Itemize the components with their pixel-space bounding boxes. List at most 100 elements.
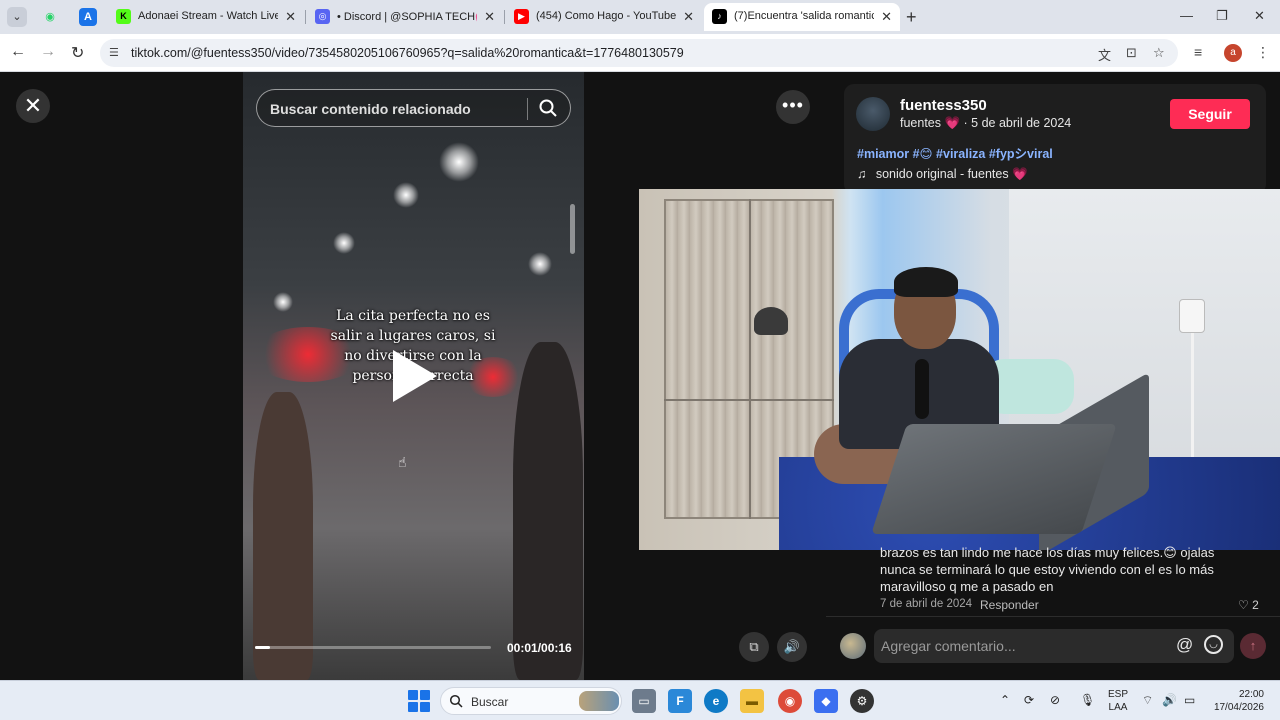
file-explorer-icon[interactable]: ▬: [740, 689, 764, 713]
mention-icon[interactable]: @: [1176, 635, 1193, 655]
tab-youtube[interactable]: ▶ (454) Como Hago - YouTube ✕: [506, 3, 702, 31]
wifi-icon[interactable]: ⌔: [1142, 693, 1153, 708]
follow-button[interactable]: Seguir: [1170, 99, 1250, 129]
tab-title: (454) Como Hago - YouTube: [536, 10, 676, 22]
video-player[interactable]: Buscar contenido relacionado La cita per…: [243, 72, 584, 680]
emoji-icon[interactable]: ◡: [1204, 635, 1223, 654]
post-hashtags[interactable]: #miamor #😊 #viraliza #fypシviral: [857, 143, 1053, 162]
comment-like[interactable]: ♡ 2: [1238, 598, 1259, 612]
author-nickname-line: fuentes 💗 · 5 de abril de 2024: [900, 116, 1071, 131]
close-tab-icon[interactable]: ✕: [683, 9, 694, 25]
street-light: [528, 252, 552, 276]
install-app-icon[interactable]: ⊡: [1126, 45, 1137, 61]
close-tab-icon[interactable]: ✕: [881, 9, 892, 25]
search-divider: [527, 98, 528, 120]
wardrobe-door-line: [749, 199, 751, 519]
forward-icon[interactable]: →: [40, 43, 56, 61]
start-icon[interactable]: [408, 690, 430, 712]
keyboard-layout: LAA: [1108, 702, 1128, 713]
tab-title: • Discord | @SOPHIA TECH💕🥀: [337, 11, 477, 23]
back-icon[interactable]: ←: [10, 43, 26, 61]
music-title: sonido original - fuentes 💗: [875, 167, 1028, 181]
reload-icon[interactable]: ↻: [71, 43, 84, 63]
task-view-icon[interactable]: ▭: [632, 689, 656, 713]
roblox-icon[interactable]: ◆: [814, 689, 838, 713]
video-time: 00:01/00:16: [507, 641, 572, 655]
laptop: [871, 424, 1117, 534]
wardrobe-drawer-line: [664, 399, 834, 401]
author-username[interactable]: fuentess350: [900, 97, 987, 114]
restore-icon[interactable]: ❐: [1216, 8, 1228, 24]
street-light: [393, 182, 419, 208]
app-icon[interactable]: F: [668, 689, 692, 713]
browser-toolbar: ← → ↻ ☰ tiktok.com/@fuentess350/video/73…: [0, 34, 1280, 72]
discord-icon: ◎: [315, 9, 330, 24]
related-search-bar[interactable]: Buscar contenido relacionado: [256, 89, 571, 127]
author-avatar[interactable]: [856, 97, 890, 131]
close-tab-icon[interactable]: ✕: [484, 9, 495, 25]
media-controls-icon[interactable]: ≡: [1194, 44, 1202, 60]
music-note-icon: ♫: [857, 167, 867, 181]
street-light: [333, 232, 355, 254]
speaker-icon[interactable]: 🔊: [1162, 693, 1177, 707]
app-badge-icon[interactable]: ⚙: [850, 689, 874, 713]
url-text[interactable]: tiktok.com/@fuentess350/video/7354580205…: [131, 46, 684, 60]
volume-icon[interactable]: 🔊: [777, 632, 807, 662]
search-icon: [449, 694, 463, 708]
close-window-icon[interactable]: ✕: [1254, 8, 1265, 24]
post-info-card: fuentess350 fuentes 💗 · 5 de abril de 20…: [844, 84, 1266, 194]
tab-tiktok[interactable]: ♪ (7)Encuentra 'salida romantica' ✕: [704, 3, 900, 31]
video-scrollbar[interactable]: [570, 204, 575, 254]
heart-icon[interactable]: ♡: [1238, 598, 1249, 612]
language-indicator[interactable]: ESP LAA: [1108, 688, 1128, 714]
kick-icon: K: [116, 9, 131, 24]
close-video-button[interactable]: ✕: [16, 89, 50, 123]
battery-icon[interactable]: ▭: [1184, 693, 1195, 707]
picture-in-picture-icon[interactable]: ⧉: [739, 632, 769, 662]
comment-date: 7 de abril de 2024: [880, 598, 973, 610]
search-icon[interactable]: [538, 98, 558, 118]
profile-avatar[interactable]: a: [1224, 44, 1242, 62]
bookmark-star-icon[interactable]: ☆: [1153, 45, 1165, 61]
edge-icon[interactable]: e: [704, 689, 728, 713]
tab-discord[interactable]: ◎ • Discord | @SOPHIA TECH💕🥀 ✕: [307, 3, 503, 31]
tab-separator: [504, 10, 505, 24]
send-comment-button[interactable]: ↑: [1240, 633, 1266, 659]
video-progress-fill: [255, 646, 270, 649]
site-info-icon[interactable]: ☰: [109, 46, 123, 60]
post-music-line[interactable]: ♫ sonido original - fuentes 💗: [857, 167, 1028, 182]
whatsapp-pinned-tab-icon[interactable]: ◉: [41, 8, 59, 26]
camera-off-icon[interactable]: ⊘: [1050, 693, 1060, 707]
tab-title: (7)Encuentra 'salida romantica': [734, 10, 874, 22]
play-icon[interactable]: [393, 350, 437, 402]
comment-input[interactable]: Agregar comentario... @ ◡: [874, 629, 1234, 663]
chrome-icon[interactable]: ◉: [778, 689, 802, 713]
address-bar[interactable]: ☰ tiktok.com/@fuentess350/video/73545802…: [100, 39, 1178, 67]
tab-search-button[interactable]: ⌄: [7, 7, 27, 27]
windows-taskbar: Buscar ▭ F e ▬ ◉ ◆ ⚙ ⌃ ⟳ ⊘ 🎙 ESP LAA ⌔ 🔊…: [0, 680, 1280, 720]
system-clock[interactable]: 22:00 17/04/2026: [1208, 688, 1264, 714]
minimize-icon[interactable]: —: [1180, 8, 1193, 23]
new-tab-button[interactable]: +: [906, 8, 917, 26]
tab-kick[interactable]: K Adonaei Stream - Watch Live on ✕: [108, 3, 304, 31]
sync-icon[interactable]: ⟳: [1024, 693, 1034, 707]
tab-title: Adonaei Stream - Watch Live on: [138, 10, 278, 22]
taskbar-search[interactable]: Buscar: [440, 687, 622, 715]
pinned-tab-a-icon[interactable]: A: [79, 8, 97, 26]
related-search-placeholder: Buscar contenido relacionado: [270, 101, 471, 117]
commenter-avatar: [840, 633, 866, 659]
show-hidden-icons[interactable]: ⌃: [1000, 693, 1010, 707]
microphone-icon[interactable]: 🎙: [1080, 693, 1095, 707]
person-left: [253, 392, 313, 680]
webcam-overlay: [639, 189, 1280, 550]
close-tab-icon[interactable]: ✕: [285, 9, 296, 25]
reply-button[interactable]: Responder: [980, 598, 1039, 612]
menu-kebab-icon[interactable]: ⋮: [1256, 44, 1270, 61]
taskbar-search-label: Buscar: [471, 695, 509, 709]
translate-icon[interactable]: 文: [1098, 45, 1111, 64]
video-progress-bar[interactable]: [255, 646, 491, 649]
language-code: ESP: [1108, 689, 1129, 700]
more-options-button[interactable]: •••: [776, 90, 810, 124]
search-highlight-image: [579, 691, 619, 711]
youtube-icon: ▶: [514, 9, 529, 24]
